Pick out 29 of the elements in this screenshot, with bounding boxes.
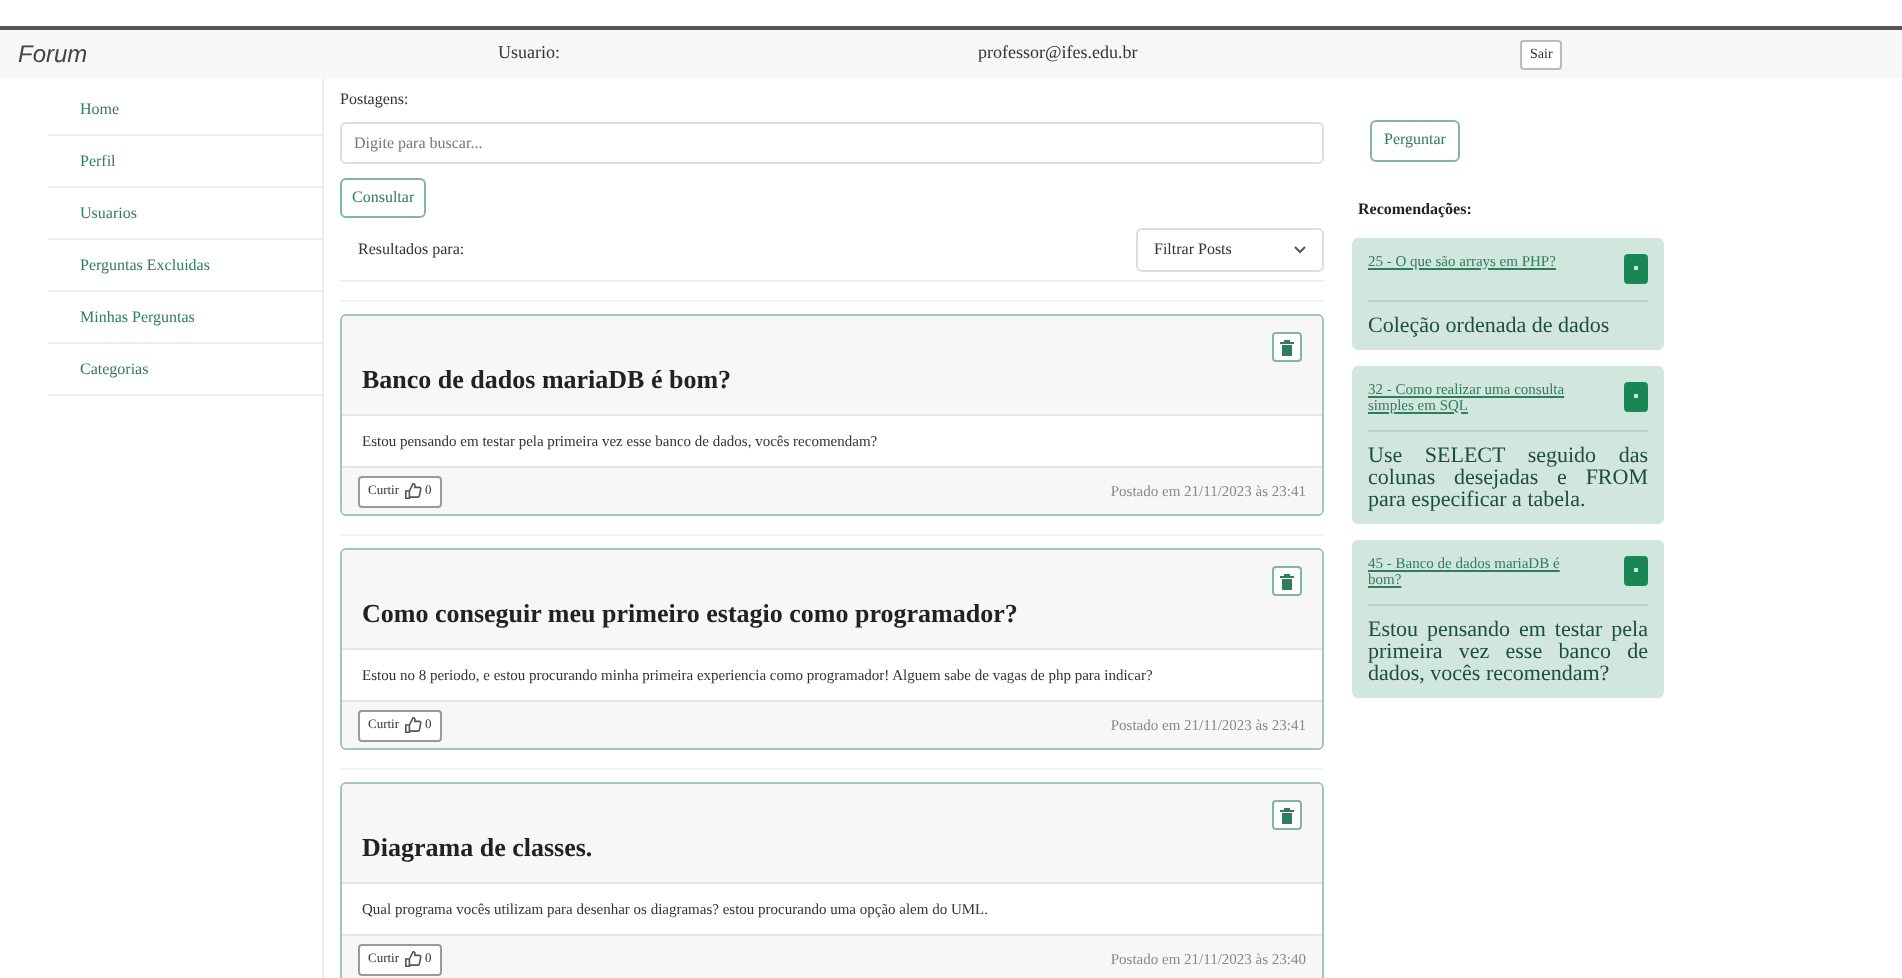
user-label: Usuario: (498, 40, 562, 67)
filter-select[interactable]: Filtrar Posts (1136, 227, 1324, 271)
thumbs-up-icon (403, 482, 422, 500)
delete-button[interactable] (1272, 800, 1302, 830)
results-label: Resultados para: (358, 237, 465, 261)
post-title: Diagrama de classes. (362, 829, 593, 866)
ask-button[interactable]: Perguntar (1370, 119, 1460, 161)
trash-icon (1280, 807, 1294, 823)
thumbs-up-icon (403, 716, 422, 734)
recommendation-text: Coleção ordenada de dados (1368, 311, 1612, 337)
trash-icon (1280, 339, 1294, 355)
recommendation-text: Use SELECT seguido das colunas desejadas e FROM para especificar a tabela. (1368, 441, 1648, 511)
user-email: professor@ifes.edu.br (978, 40, 1140, 67)
search-button[interactable]: Consultar (340, 178, 427, 218)
open-button[interactable] (1624, 555, 1648, 585)
trash-icon (1280, 573, 1294, 589)
thumbs-up-icon (403, 950, 422, 968)
posts-label: Postagens: (340, 88, 411, 112)
open-button[interactable] (1624, 253, 1648, 283)
post-title: Como conseguir meu primeiro estagio como programador? (362, 595, 1018, 632)
recommendations-title: Recomendações: (1358, 197, 1474, 221)
recommendation-text: Estou pensando em testar pela primeira vez esse banco de dados, vocês recomendam? (1368, 615, 1648, 685)
open-button[interactable] (1624, 381, 1648, 411)
search-field[interactable]: Digite para buscar... (340, 122, 1324, 164)
post-title: Banco de dados mariaDB é bom? (362, 361, 732, 397)
chevron-down-icon (1294, 245, 1306, 253)
brand[interactable]: Forum (18, 36, 498, 72)
delete-button[interactable] (1272, 566, 1302, 596)
delete-button[interactable] (1272, 332, 1302, 362)
